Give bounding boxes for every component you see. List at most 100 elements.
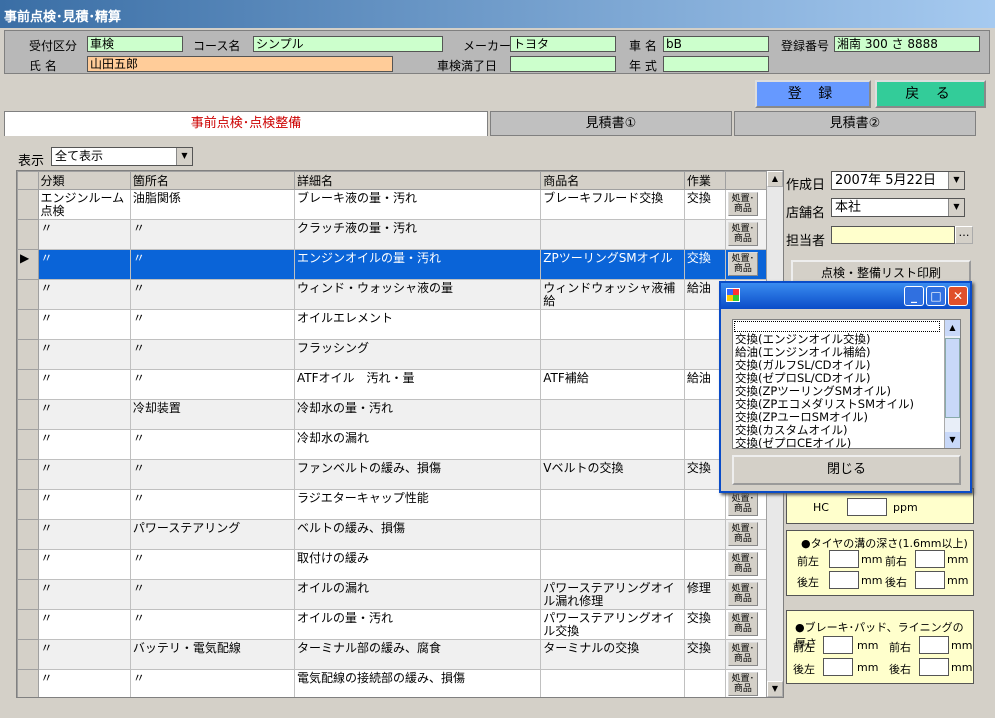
cell-category[interactable]: エンジンルーム点検 [38,189,131,220]
cell-product[interactable] [540,519,685,550]
shop-select[interactable]: 本社 ▼ [831,198,965,217]
date-picker[interactable]: 2007年 5月22日 ▼ [831,171,965,190]
tire-fl-input[interactable] [829,550,859,568]
action-product-button[interactable]: 処置･商品 [727,222,758,246]
column-header[interactable]: 詳細名 [293,171,542,190]
column-header[interactable]: 分類 [37,171,131,190]
cell-detail[interactable]: クラッチ液の量・汚れ [294,219,542,250]
row-selector[interactable] [17,489,39,520]
cell-category[interactable]: 〃 [38,519,131,550]
row-selector[interactable] [17,459,39,490]
cell-work[interactable] [684,669,726,697]
car-field[interactable]: bB [663,36,769,52]
cell-work[interactable]: 修理 [684,579,726,610]
minimize-icon[interactable]: _ [904,286,924,306]
tire-rr-input[interactable] [915,571,945,589]
cell-category[interactable]: 〃 [38,399,131,430]
brake-fr-input[interactable] [919,636,949,654]
row-selector[interactable] [17,429,39,460]
row-selector[interactable] [17,219,39,250]
cell-detail[interactable]: ターミナル部の緩み、腐食 [294,639,542,670]
row-selector[interactable] [17,279,39,310]
cell-product[interactable]: ブレーキフルード交換 [540,189,685,220]
close-button[interactable]: 閉じる [732,455,961,485]
cell-detail[interactable]: ウィンド・ウォッシャ液の量 [294,279,542,310]
cell-product[interactable] [540,429,685,460]
staff-lookup-button[interactable]: … [955,226,973,244]
cell-detail[interactable]: 冷却水の量・汚れ [294,399,542,430]
reg-field[interactable]: 湘南 300 さ 8888 [834,36,980,52]
row-selector[interactable] [17,579,39,610]
row-selector[interactable] [17,549,39,580]
table-row[interactable]: 〃 〃 オイルエレメント 処置･商品 [17,309,768,340]
action-product-button[interactable]: 処置･商品 [727,252,758,276]
cell-detail[interactable]: ブレーキ液の量・汚れ [294,189,542,220]
cell-location[interactable]: バッテリ・電気配線 [130,639,296,670]
tire-rl-input[interactable] [829,571,859,589]
chevron-down-icon[interactable]: ▼ [176,148,192,165]
action-product-button[interactable]: 処置･商品 [727,672,758,696]
row-selector[interactable] [17,189,39,220]
table-row[interactable]: 〃 パワーステアリング ベルトの緩み、損傷 処置･ 商品 [17,519,768,550]
brake-rr-input[interactable] [919,658,949,676]
column-header[interactable]: 箇所名 [129,171,296,190]
cell-category[interactable]: 〃 [38,219,131,250]
hc-input[interactable] [847,498,887,516]
row-selector[interactable] [17,399,39,430]
cell-product[interactable]: ウィンドウォッシャ液補給 [540,279,685,310]
cell-product[interactable]: パワーステアリングオイル漏れ修理 [540,579,685,610]
action-product-button[interactable]: 処置･商品 [727,192,758,216]
cell-detail[interactable]: 取付けの緩み [294,549,542,580]
cell-location[interactable]: 油脂関係 [130,189,296,220]
action-listbox[interactable]: 交換(エンジンオイル交換) 給油(エンジンオイル補給) 交換(ガルフSL/CDオ… [732,319,961,449]
cell-category[interactable]: 〃 [38,639,131,670]
table-row[interactable]: エンジンルーム点検 油脂関係 ブレーキ液の量・汚れ ブレーキフルード交換 交換 … [17,189,768,220]
cell-category[interactable]: 〃 [38,669,131,697]
scroll-up-icon[interactable]: ▲ [945,320,960,336]
cell-work[interactable] [684,489,726,520]
cell-work[interactable]: 交換 [684,639,726,670]
cell-location[interactable]: 〃 [130,369,296,400]
dialog-titlebar[interactable]: _ □ ✕ [721,283,970,309]
cell-category[interactable]: 〃 [38,249,131,280]
cell-work[interactable] [684,219,726,250]
brake-fl-input[interactable] [823,636,853,654]
chevron-down-icon[interactable]: ▼ [948,199,964,216]
tab-estimate-1[interactable]: 見積書① [490,111,732,136]
cell-detail[interactable]: 電気配線の接続部の緩み、損傷 [294,669,542,697]
cell-category[interactable]: 〃 [38,489,131,520]
table-row[interactable]: 〃 〃 オイルの漏れ パワーステアリングオイル漏れ修理 修理 処置･ 商品 [17,579,768,610]
cell-location[interactable]: パワーステアリング [130,519,296,550]
cell-location[interactable]: 〃 [130,459,296,490]
cell-category[interactable]: 〃 [38,429,131,460]
cell-work[interactable]: 交換 [684,609,726,640]
cell-location[interactable]: 〃 [130,489,296,520]
table-row[interactable]: 〃 〃 ラジエターキャップ性能 処置･ 商品 [17,489,768,520]
action-product-button[interactable]: 処置･商品 [727,642,758,666]
maximize-icon[interactable]: □ [926,286,946,306]
brake-rl-input[interactable] [823,658,853,676]
cell-product[interactable] [540,399,685,430]
table-row[interactable]: 〃 〃 ATFオイル 汚れ・量 ATF補給 給油 処置･商品 [17,369,768,400]
tire-fr-input[interactable] [915,550,945,568]
chevron-down-icon[interactable]: ▼ [948,172,964,189]
cell-product[interactable] [540,219,685,250]
filter-select[interactable]: 全て表示 ▼ [51,147,193,166]
cell-category[interactable]: 〃 [38,459,131,490]
cell-location[interactable]: 〃 [130,579,296,610]
cell-product[interactable] [540,669,685,697]
cell-product[interactable]: ターミナルの交換 [540,639,685,670]
cell-category[interactable]: 〃 [38,309,131,340]
row-selector[interactable] [17,369,39,400]
column-header[interactable]: 商品名 [540,171,685,190]
row-selector[interactable] [17,639,39,670]
scroll-up-icon[interactable]: ▲ [767,171,783,187]
table-row[interactable]: 〃 〃 ファンベルトの緩み、損傷 Vベルトの交換 交換 処置･商品 [17,459,768,490]
expiry-field[interactable] [510,56,616,72]
uketsuke-field[interactable]: 車検 [87,36,183,52]
cell-category[interactable]: 〃 [38,579,131,610]
row-selector[interactable] [17,609,39,640]
close-icon[interactable]: ✕ [948,286,968,306]
tab-estimate-2[interactable]: 見積書② [734,111,976,136]
table-row[interactable]: 〃 〃 フラッシング 処置･商品 [17,339,768,370]
